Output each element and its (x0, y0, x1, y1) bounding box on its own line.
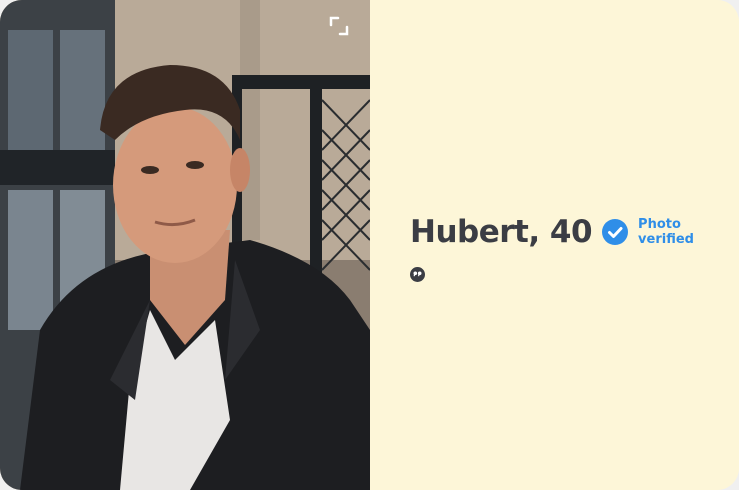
quote-icon (410, 267, 425, 282)
expand-icon[interactable] (327, 14, 351, 38)
profile-card: Hubert, 40 Photo verified (0, 0, 739, 490)
photo-verified-label[interactable]: Photo verified (638, 217, 694, 247)
profile-info-panel: Hubert, 40 Photo verified (370, 0, 739, 490)
profile-name-age: Hubert, 40 (410, 214, 593, 250)
verified-check-icon[interactable] (602, 219, 629, 245)
profile-photo-image (0, 0, 370, 490)
verified-line2: verified (638, 232, 694, 247)
verified-line1: Photo (638, 217, 681, 232)
name-row: Hubert, 40 Photo verified (410, 214, 694, 250)
profile-photo[interactable] (0, 0, 370, 490)
